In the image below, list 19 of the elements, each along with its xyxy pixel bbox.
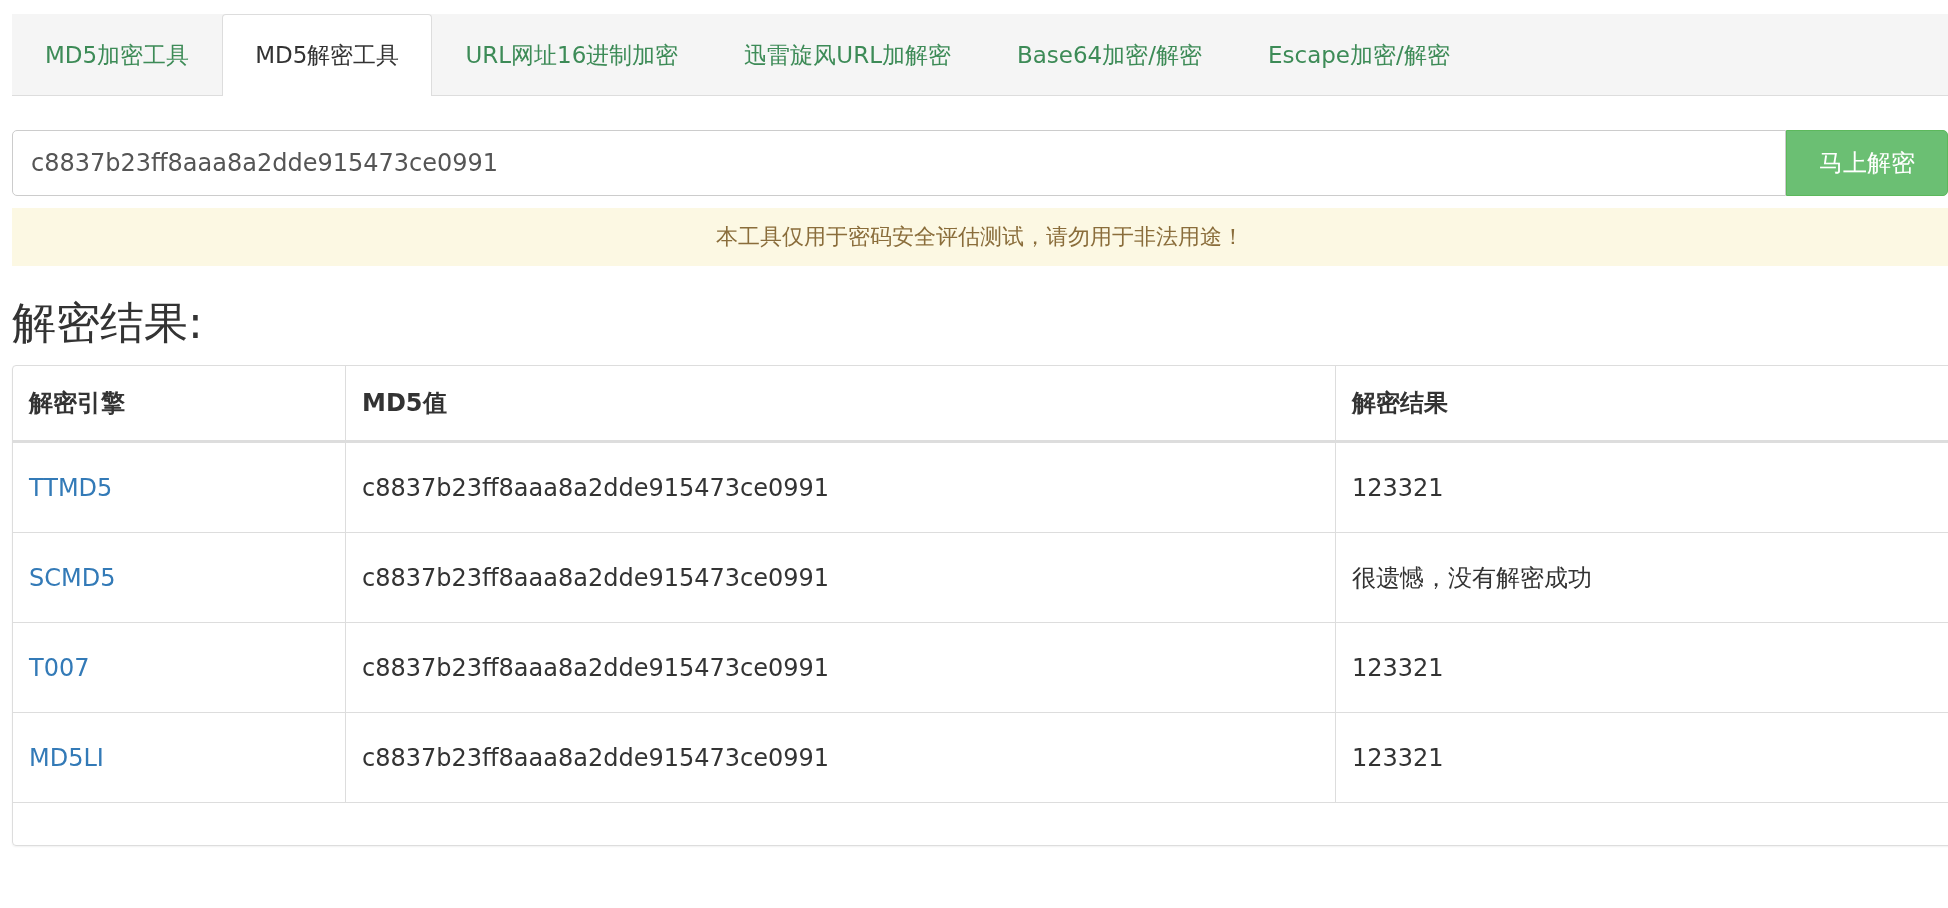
table-cell: c8837b23ff8aaa8a2dde915473ce0991 <box>345 441 1336 533</box>
engine-link[interactable]: SCMD5 <box>29 563 116 592</box>
tab[interactable]: MD5解密工具 <box>222 14 433 96</box>
table-cell: c8837b23ff8aaa8a2dde915473ce0991 <box>345 622 1336 713</box>
table-cell: c8837b23ff8aaa8a2dde915473ce0991 <box>345 532 1336 623</box>
engine-link[interactable]: T007 <box>29 653 90 682</box>
tab[interactable]: URL网址16进制加密 <box>432 14 712 95</box>
engine-link[interactable]: TTMD5 <box>29 473 113 502</box>
tab[interactable]: Escape加密/解密 <box>1235 14 1483 95</box>
engine-link[interactable]: MD5LI <box>29 743 104 772</box>
results-heading: 解密结果: <box>12 296 204 350</box>
hash-input-field[interactable]: c8837b23ff8aaa8a2dde915473ce0991 <box>12 130 1786 196</box>
column-header: 解密引擎 <box>13 366 346 442</box>
table-cell: c8837b23ff8aaa8a2dde915473ce0991 <box>345 712 1336 803</box>
column-header: MD5值 <box>345 366 1336 442</box>
tab[interactable]: Base64加密/解密 <box>983 14 1235 95</box>
tab[interactable]: MD5加密工具 <box>12 14 223 95</box>
warning-notice: 本工具仅用于密码安全评估测试，请勿用于非法用途！ <box>12 208 1948 266</box>
tab[interactable]: 迅雷旋风URL加解密 <box>711 14 984 95</box>
